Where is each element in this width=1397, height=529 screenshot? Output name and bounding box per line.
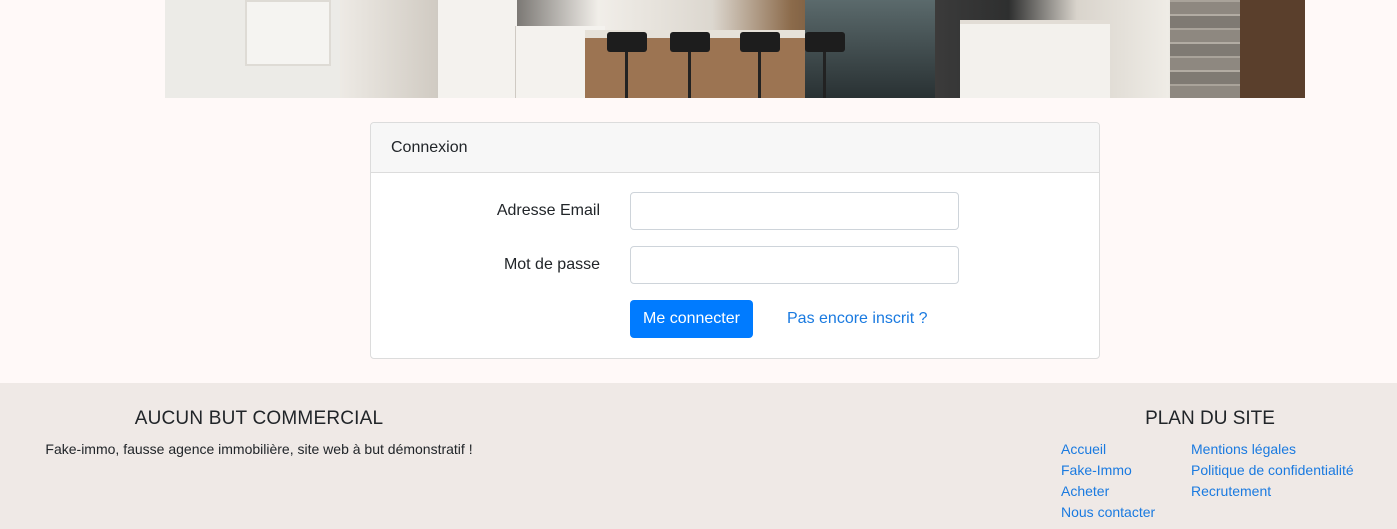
sitemap-link-nous-contacter[interactable]: Nous contacter bbox=[1061, 504, 1155, 520]
footer-disclaimer-text: Fake-immo, fausse agence immobilière, si… bbox=[45, 441, 473, 457]
email-label: Adresse Email bbox=[496, 202, 600, 219]
hero-cabinet bbox=[437, 0, 517, 98]
hero-stool bbox=[670, 32, 710, 52]
sitemap-link-accueil[interactable]: Accueil bbox=[1061, 441, 1106, 457]
hero-wood-door bbox=[1240, 0, 1305, 98]
login-card: Connexion Adresse Email Mot de passe Me … bbox=[370, 122, 1100, 359]
footer-disclaimer-title: AUCUN BUT COMMERCIAL bbox=[134, 408, 384, 429]
hero-kitchen-image bbox=[165, 0, 1305, 98]
sitemap-title: PLAN DU SITE bbox=[1145, 408, 1275, 429]
sitemap-link-confidentialite[interactable]: Politique de confidentialité bbox=[1191, 462, 1354, 478]
hero-stool bbox=[740, 32, 780, 52]
password-row: Mot de passe bbox=[371, 246, 1099, 284]
sitemap-link-acheter[interactable]: Acheter bbox=[1061, 483, 1109, 499]
hero-stool bbox=[805, 32, 845, 52]
hero-stool-leg bbox=[758, 52, 761, 98]
hero-cabinet bbox=[960, 20, 1110, 98]
footer: AUCUN BUT COMMERCIAL Fake-immo, fausse a… bbox=[0, 383, 1397, 529]
login-card-header: Connexion bbox=[371, 123, 1099, 173]
sitemap-link-mentions-legales[interactable]: Mentions légales bbox=[1191, 441, 1296, 457]
hero-stool-leg bbox=[823, 52, 826, 98]
password-field[interactable] bbox=[630, 246, 959, 284]
email-row: Adresse Email bbox=[371, 192, 1099, 230]
hero-stool-leg bbox=[625, 52, 628, 98]
sitemap-column-2: Mentions légales Politique de confidenti… bbox=[1191, 441, 1354, 504]
hero-stool bbox=[607, 32, 647, 52]
hero-wall-frame bbox=[245, 0, 331, 66]
hero-stool-leg bbox=[688, 52, 691, 98]
sitemap-link-fake-immo[interactable]: Fake-Immo bbox=[1061, 462, 1132, 478]
password-label: Mot de passe bbox=[503, 256, 600, 273]
login-title: Connexion bbox=[391, 138, 468, 156]
login-button[interactable]: Me connecter bbox=[630, 300, 753, 338]
sitemap-column-1: Accueil Fake-Immo Acheter Nous contacter bbox=[1061, 441, 1155, 525]
hero-stone-wall bbox=[1170, 0, 1240, 98]
sitemap-link-recrutement[interactable]: Recrutement bbox=[1191, 483, 1271, 499]
register-link[interactable]: Pas encore inscrit ? bbox=[787, 300, 928, 338]
email-field[interactable] bbox=[630, 192, 959, 230]
